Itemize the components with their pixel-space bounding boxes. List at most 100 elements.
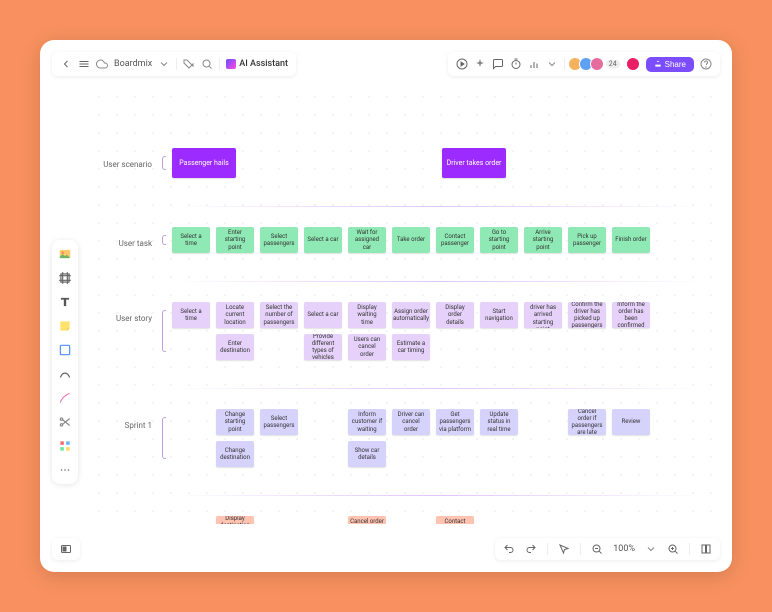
ai-icon — [226, 59, 236, 69]
frame-tool-icon[interactable] — [57, 270, 73, 286]
divider — [170, 495, 706, 496]
story-card[interactable]: Passenger hails — [172, 148, 236, 178]
story-card[interactable]: Provide different types of vehicles — [304, 334, 342, 360]
row: User storySelect a timeLocate current lo… — [90, 302, 716, 360]
story-card[interactable]: Arrive starting point — [524, 227, 562, 253]
main-toolbar: Boardmix AI Assistant — [52, 52, 296, 76]
timer-icon[interactable] — [510, 58, 522, 70]
story-card[interactable]: Select a car — [304, 302, 342, 328]
back-icon[interactable] — [60, 58, 72, 70]
chevron-down-icon[interactable] — [645, 543, 657, 555]
story-card[interactable]: Driver can cancel order — [392, 409, 430, 435]
empty-slot — [260, 441, 298, 467]
redo-icon[interactable] — [525, 543, 537, 555]
brace-icon — [160, 227, 166, 253]
story-card[interactable]: Select passengers — [260, 227, 298, 253]
story-card[interactable]: Finish order — [612, 227, 650, 253]
shape-tool-icon[interactable] — [57, 342, 73, 358]
empty-slot — [172, 441, 210, 467]
story-card[interactable]: Driver takes order — [442, 148, 506, 178]
collaborator-avatars[interactable]: 24 — [571, 57, 620, 71]
row-label: Sprint 1 — [90, 409, 160, 430]
connector-tool-icon[interactable] — [57, 366, 73, 382]
story-card[interactable]: Enter destination — [216, 334, 254, 360]
story-card[interactable]: Pick up passenger — [568, 227, 606, 253]
play-icon[interactable] — [456, 58, 468, 70]
brace-icon — [160, 409, 166, 467]
story-card[interactable]: Take order — [392, 227, 430, 253]
story-card[interactable]: Display waiting time — [348, 302, 386, 328]
story-card[interactable]: Select a car — [304, 227, 342, 253]
story-card[interactable]: Cancel order if passengers are late — [568, 409, 606, 435]
story-card[interactable]: Show car details — [348, 441, 386, 467]
story-card[interactable]: Review — [612, 409, 650, 435]
story-card[interactable]: Wait for assigned car — [348, 227, 386, 253]
story-card[interactable]: Go to starting point — [480, 227, 518, 253]
divider — [170, 388, 706, 389]
empty-slot — [524, 409, 562, 435]
story-card[interactable]: Inform customer if waiting — [348, 409, 386, 435]
image-tool-icon[interactable] — [57, 246, 73, 262]
zoom-in-icon[interactable] — [667, 543, 679, 555]
story-card[interactable]: Enter starting point — [216, 227, 254, 253]
story-card[interactable]: Select passengers — [260, 409, 298, 435]
empty-slot — [304, 409, 342, 435]
search-icon[interactable] — [201, 58, 213, 70]
row: BacklogDisplay destination history of us… — [90, 516, 716, 524]
more-tools-icon[interactable] — [57, 462, 73, 478]
story-card[interactable]: Select the number of passengers — [260, 302, 298, 328]
story-card[interactable]: Estimate a car timing — [392, 334, 430, 360]
story-card[interactable]: Confirm the driver has picked up passeng… — [568, 302, 606, 328]
story-card[interactable]: Display destination history of users — [216, 516, 254, 524]
dropdown-icon[interactable] — [158, 58, 170, 70]
story-card[interactable]: Display order details — [436, 302, 474, 328]
menu-icon[interactable] — [78, 58, 90, 70]
cards-line: Change destination Show car details — [172, 441, 650, 467]
minimap-button[interactable] — [52, 538, 80, 560]
chart-icon[interactable] — [528, 58, 540, 70]
scissors-tool-icon[interactable] — [57, 414, 73, 430]
share-button[interactable]: Share — [646, 57, 694, 72]
story-card[interactable]: Cancel order automatically if no reply — [348, 516, 386, 524]
story-card[interactable]: Update status in real time — [480, 409, 518, 435]
text-tool-icon[interactable] — [57, 294, 73, 310]
story-card[interactable]: Start navigation — [480, 302, 518, 328]
ai-assistant-button[interactable]: AI Assistant — [226, 59, 288, 69]
row: Sprint 1 Change starting pointSelect pass… — [90, 409, 716, 467]
help-icon[interactable] — [700, 58, 712, 70]
canvas[interactable]: User scenarioPassenger hailsDriver takes… — [90, 88, 716, 524]
story-card[interactable]: Contact passenger via chatbox — [436, 516, 474, 524]
story-card[interactable]: Contact passenger — [436, 227, 474, 253]
sparkle-icon[interactable] — [474, 58, 486, 70]
empty-slot — [304, 441, 342, 467]
story-card[interactable]: Inform the order has been confirmed — [612, 302, 650, 328]
undo-icon[interactable] — [503, 543, 515, 555]
pen-tool-icon[interactable] — [57, 390, 73, 406]
empty-slot — [172, 334, 210, 360]
tag-icon[interactable] — [183, 58, 195, 70]
book-icon[interactable] — [700, 543, 712, 555]
pointer-icon[interactable] — [558, 543, 570, 555]
apps-tool-icon[interactable] — [57, 438, 73, 454]
story-card[interactable]: Assign order automatically — [392, 302, 430, 328]
story-card[interactable]: Change destination — [216, 441, 254, 467]
story-card[interactable]: Get passengers via platform — [436, 409, 474, 435]
chevron-down-icon[interactable] — [546, 58, 558, 70]
zoom-out-icon[interactable] — [591, 543, 603, 555]
story-card[interactable]: Select a time — [172, 302, 210, 328]
zoom-level[interactable]: 100% — [613, 544, 635, 554]
sticky-note-tool-icon[interactable] — [57, 318, 73, 334]
empty-slot — [392, 148, 436, 174]
cards-line: Select a timeEnter starting pointSelect … — [172, 227, 650, 253]
comment-icon[interactable] — [492, 58, 504, 70]
story-card[interactable]: Users can cancel order — [348, 334, 386, 360]
avatar-count: 24 — [606, 60, 620, 68]
empty-slot — [342, 148, 386, 174]
story-card[interactable]: Locate current location — [216, 302, 254, 328]
story-card[interactable]: Select a time — [172, 227, 210, 253]
story-card[interactable]: Confirm the driver has arrived starting … — [524, 302, 562, 328]
current-user-avatar[interactable] — [626, 57, 640, 71]
brace-icon — [160, 148, 166, 178]
file-title[interactable]: Boardmix — [114, 59, 152, 69]
story-card[interactable]: Change starting point — [216, 409, 254, 435]
